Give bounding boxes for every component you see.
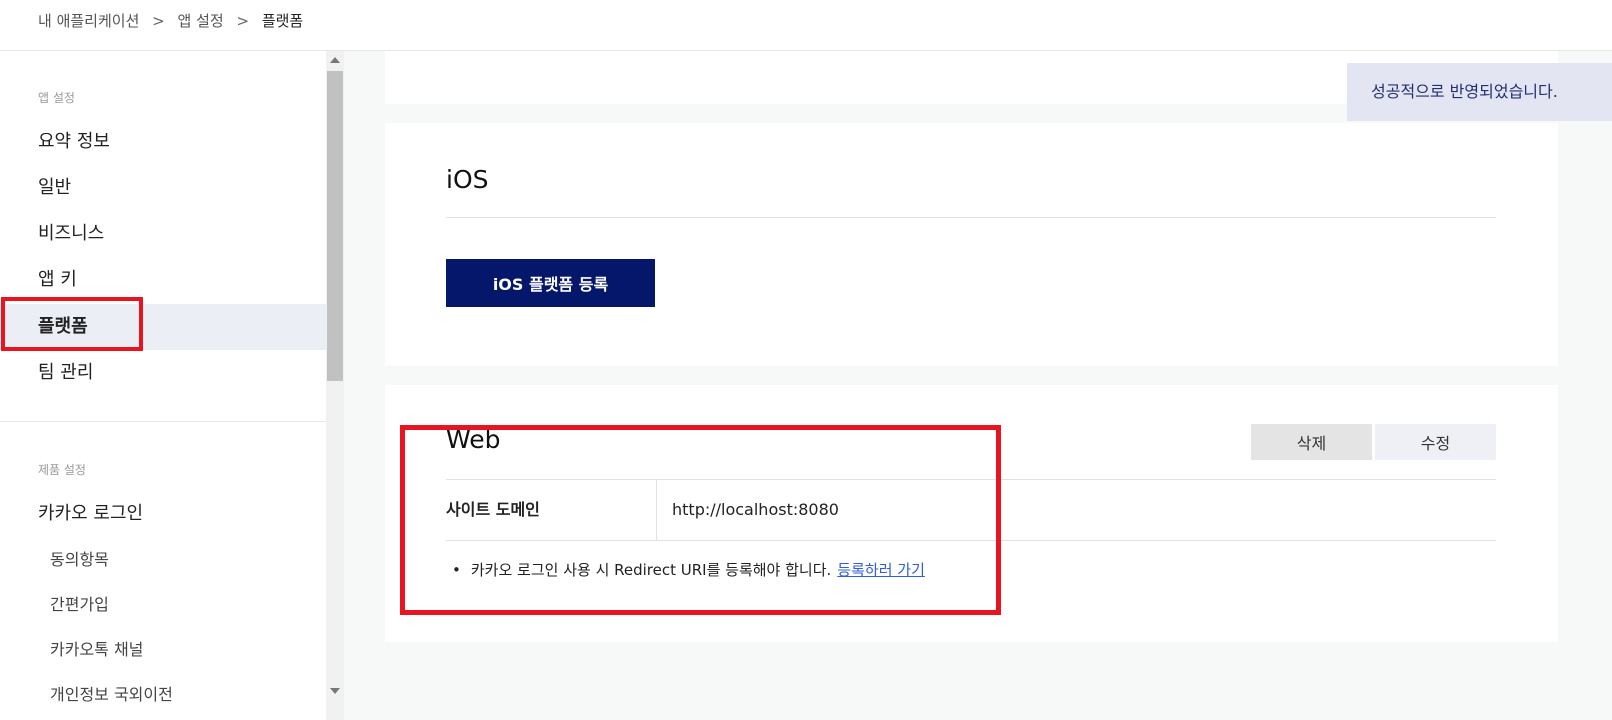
success-toast: 성공적으로 반영되었습니다.: [1347, 63, 1612, 121]
ios-title: iOS: [446, 165, 489, 194]
sidebar-subitem-kakaotalk-channel[interactable]: 카카오톡 채널: [0, 627, 326, 672]
sidebar-item-kakao-login[interactable]: 카카오 로그인: [0, 491, 326, 537]
sidebar-item-team[interactable]: 팀 관리: [0, 350, 326, 396]
breadcrumb-app-settings[interactable]: 앱 설정: [178, 12, 224, 30]
sidebar-subitem-consent[interactable]: 동의항목: [0, 537, 326, 582]
sidebar-item-summary[interactable]: 요약 정보: [0, 119, 326, 165]
sidebar-subitem-simple-signup[interactable]: 간편가입: [0, 582, 326, 627]
sidebar-item-general[interactable]: 일반: [0, 165, 326, 211]
web-edit-button[interactable]: 수정: [1375, 424, 1496, 460]
web-delete-button[interactable]: 삭제: [1251, 424, 1372, 460]
sidebar-subitem-privacy-transfer[interactable]: 개인정보 국외이전: [0, 672, 326, 717]
breadcrumb-separator: >: [152, 12, 165, 30]
sidebar: 앱 설정 요약 정보 일반 비즈니스 앱 키 플랫폼 팀 관리 제품 설정 카카…: [0, 51, 326, 720]
highlight-box-web: [400, 425, 1001, 615]
sidebar-section-app-settings: 앱 설정: [38, 91, 75, 105]
sidebar-divider: [0, 421, 326, 422]
scroll-up-arrow-icon[interactable]: [330, 57, 340, 63]
scroll-thumb[interactable]: [327, 71, 343, 381]
breadcrumb-current: 플랫폼: [261, 12, 304, 30]
top-bar: 내 애플리케이션 > 앱 설정 > 플랫폼: [0, 0, 1612, 51]
sidebar-scrollbar[interactable]: [326, 51, 344, 720]
breadcrumb: 내 애플리케이션 > 앱 설정 > 플랫폼: [38, 10, 303, 31]
breadcrumb-my-apps[interactable]: 내 애플리케이션: [38, 12, 139, 30]
sidebar-item-business[interactable]: 비즈니스: [0, 211, 326, 257]
ios-divider: [446, 217, 1496, 218]
ios-register-button[interactable]: iOS 플랫폼 등록: [446, 259, 655, 307]
ios-platform-card: iOS iOS 플랫폼 등록: [385, 123, 1558, 366]
sidebar-section-product-settings: 제품 설정: [38, 463, 86, 477]
main-content: iOS iOS 플랫폼 등록 Web 삭제 수정 사이트 도메인 http://…: [344, 51, 1612, 720]
highlight-box-sidebar: [1, 297, 143, 351]
breadcrumb-separator: >: [236, 12, 250, 30]
scroll-down-arrow-icon[interactable]: [330, 688, 340, 694]
